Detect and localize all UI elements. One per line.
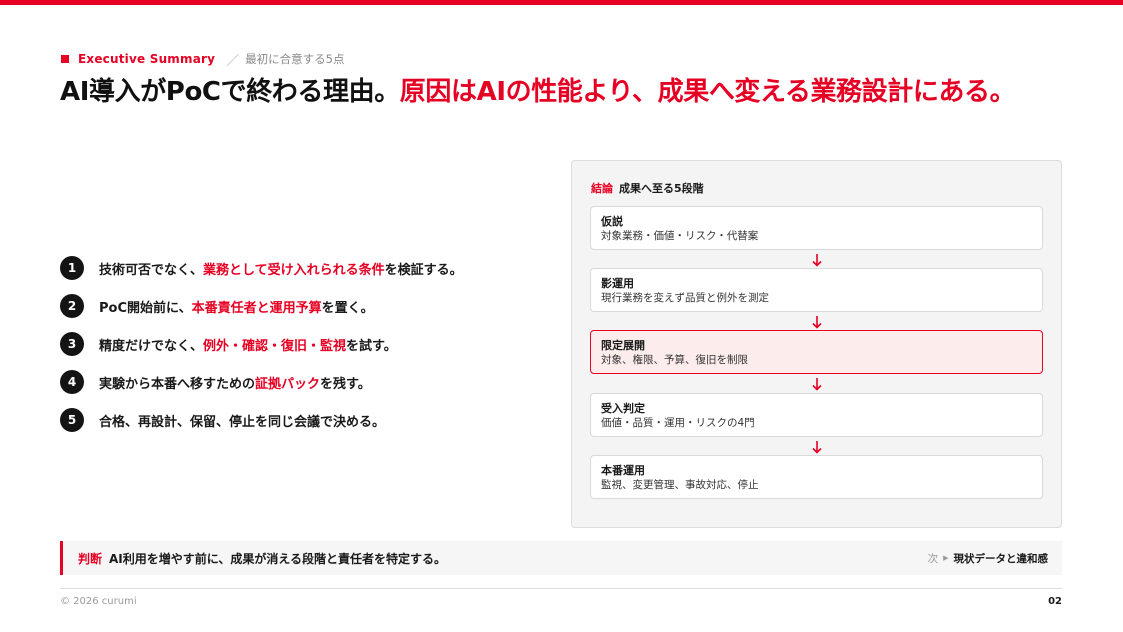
point-text-post: を残す。: [320, 376, 371, 392]
point-text-post: を試す。: [346, 338, 397, 354]
eyebrow: Executive Summary ／ 最初に合意する5点: [61, 51, 345, 69]
copyright: © 2026 curumi: [60, 596, 137, 607]
eyebrow-label: Executive Summary: [78, 52, 216, 66]
eyebrow-square-icon: [61, 55, 69, 63]
key-point-4: 4 実験から本番へ移すための 証拠パック を残す。: [60, 370, 540, 394]
point-number-badge: 5: [60, 408, 84, 432]
eyebrow-subtitle: 最初に合意する5点: [245, 52, 345, 66]
eyebrow-separator: ／: [226, 53, 240, 69]
key-point-1: 1 技術可否でなく、 業務として受け入れられる条件 を検証する。: [60, 256, 540, 280]
key-points-list: 1 技術可否でなく、 業務として受け入れられる条件 を検証する。 2 PoC開始前に…: [60, 256, 540, 446]
point-text-pre: 実験から本番へ移すための: [99, 376, 256, 392]
stage-description: 価値・品質・運用・リスクの4門: [601, 417, 755, 429]
point-text-pre: 技術可否でなく、: [99, 262, 204, 278]
footer-divider: [60, 588, 1062, 589]
point-text-pre: 合格、再設計、保留、停止を同じ会議で決める。: [99, 414, 386, 430]
down-arrow-icon: [812, 316, 822, 329]
point-text-post: を置く。: [321, 300, 374, 316]
panel-tag: 結論: [591, 182, 613, 195]
panel-heading: 結論 成果へ至る5段階: [591, 180, 704, 196]
panel-title: 成果へ至る5段階: [619, 182, 704, 195]
point-text-pre: 精度だけでなく、: [99, 338, 204, 354]
down-arrow-icon: [812, 254, 822, 267]
decision-tag: 判断: [78, 551, 103, 566]
point-number-badge: 3: [60, 332, 84, 356]
stage-description: 現行業務を変えず品質と例外を測定: [601, 292, 769, 304]
stage-name: 受入判定: [601, 402, 645, 415]
point-text-highlight: 業務として受け入れられる条件: [203, 262, 385, 278]
point-text-pre: PoC開始前に、: [99, 300, 192, 316]
next-topic: 現状データと違和感: [953, 552, 1049, 565]
point-text-highlight: 本番責任者と運用予算: [191, 300, 322, 316]
play-triangle-icon: ▶: [943, 554, 949, 562]
next-label: 次: [927, 552, 939, 565]
point-number-badge: 2: [60, 294, 84, 318]
down-arrow-icon: [812, 378, 822, 391]
point-text-highlight: 証拠パック: [255, 376, 321, 392]
stage-step-1: 仮説 対象業務・価値・リスク・代替案: [590, 206, 1043, 250]
title-plain: AI導入がPoCで終わる理由。: [60, 77, 400, 107]
stage-name: 限定展開: [601, 339, 645, 352]
page-title: AI導入がPoCで終わる理由。原因はAIの性能より、成果へ変える業務設計にある。: [60, 75, 1050, 109]
stage-description: 対象、権限、予算、復旧を制限: [601, 354, 748, 366]
stage-name: 影運用: [601, 277, 634, 290]
key-point-2: 2 PoC開始前に、 本番責任者と運用予算 を置く。: [60, 294, 540, 318]
key-point-5: 5 合格、再設計、保留、停止を同じ会議で決める。: [60, 408, 540, 432]
decision-text: AI利用を増やす前に、成果が消える段階と責任者を特定する。: [109, 551, 447, 566]
stage-name: 仮説: [601, 215, 623, 228]
stage-description: 監視、変更管理、事故対応、停止: [601, 479, 759, 491]
point-number-badge: 4: [60, 370, 84, 394]
point-number-badge: 1: [60, 256, 84, 280]
stage-step-5: 本番運用 監視、変更管理、事故対応、停止: [590, 455, 1043, 499]
decision-accent-bar: [60, 541, 63, 575]
down-arrow-icon: [812, 441, 822, 454]
point-text-post: を検証する。: [384, 262, 463, 278]
stage-step-3: 限定展開 対象、権限、予算、復旧を制限: [590, 330, 1043, 374]
stage-flow-panel: 結論 成果へ至る5段階 仮説 対象業務・価値・リスク・代替案 影運用 現行業務を変…: [571, 160, 1062, 528]
decision-bar: 判断 AI利用を増やす前に、成果が消える段階と責任者を特定する。 次 ▶ 現状デ…: [60, 541, 1062, 575]
stage-step-2: 影運用 現行業務を変えず品質と例外を測定: [590, 268, 1043, 312]
next-slide-link[interactable]: 次 ▶ 現状データと違和感: [928, 551, 1048, 566]
stage-description: 対象業務・価値・リスク・代替案: [601, 230, 759, 242]
stage-step-4: 受入判定 価値・品質・運用・リスクの4門: [590, 393, 1043, 437]
page-number: 02: [1048, 596, 1062, 607]
stage-name: 本番運用: [601, 464, 645, 477]
top-accent-bar: [0, 0, 1123, 5]
title-accent: 原因はAIの性能より、成果へ変える業務設計にある。: [399, 77, 1016, 107]
key-point-3: 3 精度だけでなく、 例外・確認・復旧・監視 を試す。: [60, 332, 540, 356]
point-text-highlight: 例外・確認・復旧・監視: [203, 338, 347, 354]
